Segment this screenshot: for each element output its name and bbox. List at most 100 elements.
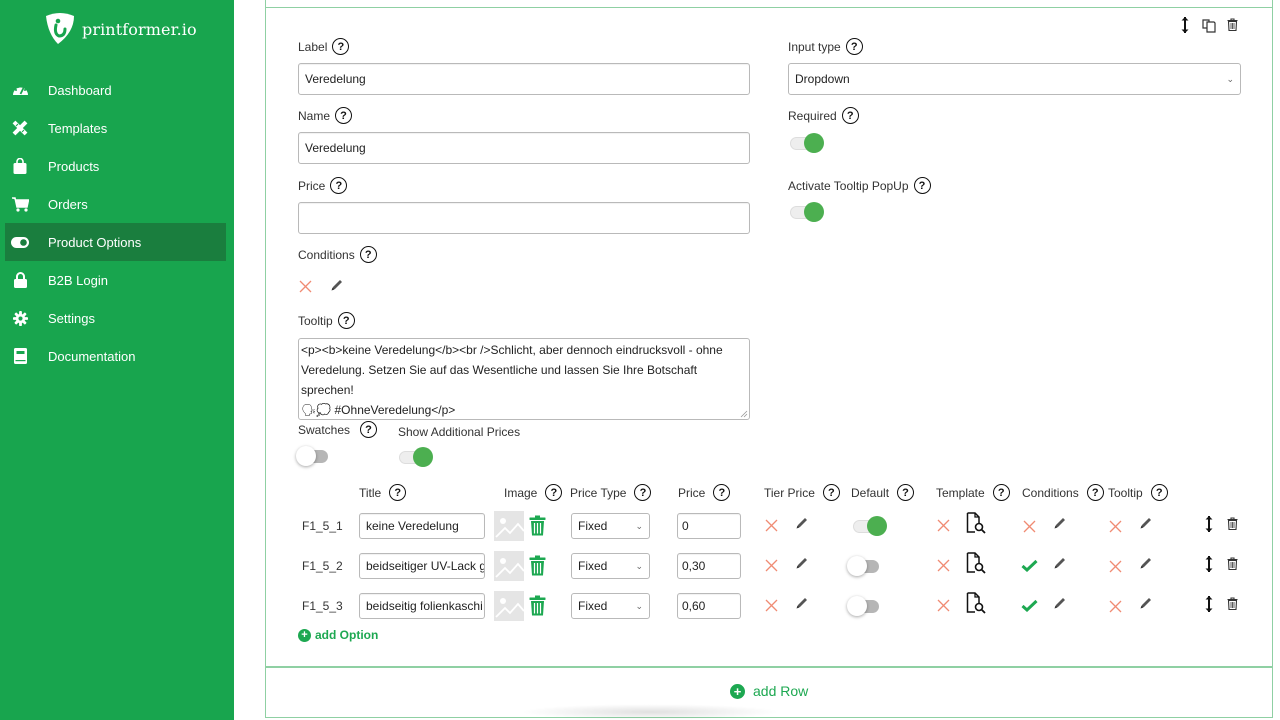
edit-tier-price-pencil-icon[interactable] <box>795 516 809 530</box>
help-icon[interactable]: ? <box>845 38 863 55</box>
tier-price-x-icon[interactable] <box>765 599 779 613</box>
option-price-input[interactable]: 0,60 <box>677 593 741 619</box>
required-toggle[interactable] <box>788 133 824 153</box>
sidebar-item-product-options[interactable]: Product Options <box>5 223 226 261</box>
help-icon[interactable]: ? <box>389 484 407 501</box>
template-search-icon[interactable] <box>966 552 986 579</box>
edit-conditions-pencil-icon[interactable] <box>1053 516 1067 530</box>
help-icon[interactable]: ? <box>841 107 859 124</box>
add-row-button[interactable]: + add Row <box>730 683 808 699</box>
template-search-icon[interactable] <box>966 592 986 619</box>
edit-tooltip-pencil-icon[interactable] <box>1139 516 1153 530</box>
chevron-down-icon: ⌄ <box>635 560 643 571</box>
template-x-icon[interactable] <box>937 519 951 533</box>
remove-conditions-x-icon[interactable] <box>299 280 313 294</box>
option-title-input[interactable]: beidseitig folienkaschi <box>359 593 485 619</box>
show-additional-prices-toggle[interactable] <box>397 447 433 467</box>
help-icon[interactable]: ? <box>713 484 731 501</box>
lock-icon <box>11 271 29 289</box>
tooltip-x-icon[interactable] <box>1109 560 1123 574</box>
price-title: Price <box>298 178 326 193</box>
template-search-icon[interactable] <box>966 512 986 539</box>
activate-tooltip-toggle[interactable] <box>788 202 824 222</box>
delete-image-trash-icon[interactable] <box>529 555 546 576</box>
input-type-field-label: Input type? <box>788 38 863 55</box>
resize-handle-icon[interactable] <box>740 410 748 418</box>
delete-row-trash-icon[interactable] <box>1227 557 1238 575</box>
help-icon[interactable]: ? <box>913 177 931 194</box>
sidebar-item-settings[interactable]: Settings <box>0 299 234 337</box>
input-type-select[interactable]: Dropdown ⌄ <box>788 63 1241 95</box>
image-placeholder-icon[interactable] <box>494 511 525 541</box>
help-icon[interactable]: ? <box>545 484 563 501</box>
help-icon[interactable]: ? <box>897 484 915 501</box>
sidebar-item-documentation[interactable]: Documentation <box>0 337 234 375</box>
template-x-icon[interactable] <box>937 559 951 573</box>
help-icon[interactable]: ? <box>1086 484 1104 501</box>
edit-tooltip-pencil-icon[interactable] <box>1139 556 1153 570</box>
price-type-value: Fixed <box>578 599 608 613</box>
delete-image-trash-icon[interactable] <box>529 515 546 536</box>
help-icon[interactable]: ? <box>337 312 355 329</box>
option-title-input[interactable]: beidseitiger UV-Lack g <box>359 553 485 579</box>
option-id: F1_5_2 <box>302 559 343 573</box>
move-row-icon[interactable] <box>1204 515 1214 538</box>
edit-tier-price-pencil-icon[interactable] <box>795 556 809 570</box>
move-icon[interactable] <box>1180 16 1190 39</box>
default-toggle[interactable] <box>851 516 887 536</box>
price-input[interactable] <box>298 202 750 234</box>
sidebar-item-products[interactable]: Products <box>0 147 234 185</box>
conditions-x-icon[interactable] <box>1023 520 1037 534</box>
delete-image-trash-icon[interactable] <box>529 595 546 616</box>
edit-conditions-pencil-icon[interactable] <box>330 278 344 292</box>
tier-price-x-icon[interactable] <box>765 559 779 573</box>
help-icon[interactable]: ? <box>992 484 1010 501</box>
help-icon[interactable]: ? <box>360 421 378 438</box>
option-price-input[interactable]: 0 <box>677 513 741 539</box>
header-tooltip: Tooltip? <box>1108 484 1168 501</box>
edit-conditions-pencil-icon[interactable] <box>1053 596 1067 610</box>
tooltip-x-icon[interactable] <box>1109 520 1123 534</box>
price-type-select[interactable]: Fixed ⌄ <box>571 513 650 539</box>
price-type-select[interactable]: Fixed ⌄ <box>571 553 650 579</box>
edit-tier-price-pencil-icon[interactable] <box>795 596 809 610</box>
default-toggle[interactable] <box>847 596 883 616</box>
header-price-type: Price Type? <box>570 484 652 501</box>
help-icon[interactable]: ? <box>335 107 353 124</box>
sidebar-item-templates[interactable]: Templates <box>0 109 234 147</box>
delete-row-trash-icon[interactable] <box>1227 597 1238 615</box>
tooltip-x-icon[interactable] <box>1109 600 1123 614</box>
help-icon[interactable]: ? <box>634 484 652 501</box>
sidebar-item-dashboard[interactable]: Dashboard <box>0 71 234 109</box>
help-icon[interactable]: ? <box>332 38 350 55</box>
help-icon[interactable]: ? <box>330 177 348 194</box>
image-placeholder-icon[interactable] <box>494 591 525 621</box>
template-x-icon[interactable] <box>937 599 951 613</box>
help-icon[interactable]: ? <box>1150 484 1168 501</box>
header-label: Template <box>936 485 985 500</box>
help-icon[interactable]: ? <box>359 246 377 263</box>
option-price-input[interactable]: 0,30 <box>677 553 741 579</box>
delete-row-trash-icon[interactable] <box>1227 517 1238 535</box>
brand-logo[interactable]: printformer.io <box>44 12 197 46</box>
name-input[interactable]: Veredelung <box>298 132 750 164</box>
copy-icon[interactable] <box>1202 17 1216 38</box>
price-type-select[interactable]: Fixed ⌄ <box>571 593 650 619</box>
default-toggle[interactable] <box>847 556 883 576</box>
sidebar-item-orders[interactable]: Orders <box>0 185 234 223</box>
swatches-toggle[interactable] <box>296 446 332 466</box>
help-icon[interactable]: ? <box>822 484 840 501</box>
trash-icon[interactable] <box>1227 18 1238 36</box>
label-field-label: Label? <box>298 38 350 55</box>
label-input[interactable]: Veredelung <box>298 63 750 95</box>
move-row-icon[interactable] <box>1204 555 1214 578</box>
edit-conditions-pencil-icon[interactable] <box>1053 556 1067 570</box>
tooltip-textarea[interactable]: <p><b>keine Veredelung</b><br />Schlicht… <box>298 338 750 420</box>
sidebar-item-b2b-login[interactable]: B2B Login <box>0 261 234 299</box>
option-title-input[interactable]: keine Veredelung <box>359 513 485 539</box>
move-row-icon[interactable] <box>1204 595 1214 618</box>
tier-price-x-icon[interactable] <box>765 519 779 533</box>
image-placeholder-icon[interactable] <box>494 551 525 581</box>
edit-tooltip-pencil-icon[interactable] <box>1139 596 1153 610</box>
add-option-button[interactable]: + add Option <box>298 628 378 642</box>
